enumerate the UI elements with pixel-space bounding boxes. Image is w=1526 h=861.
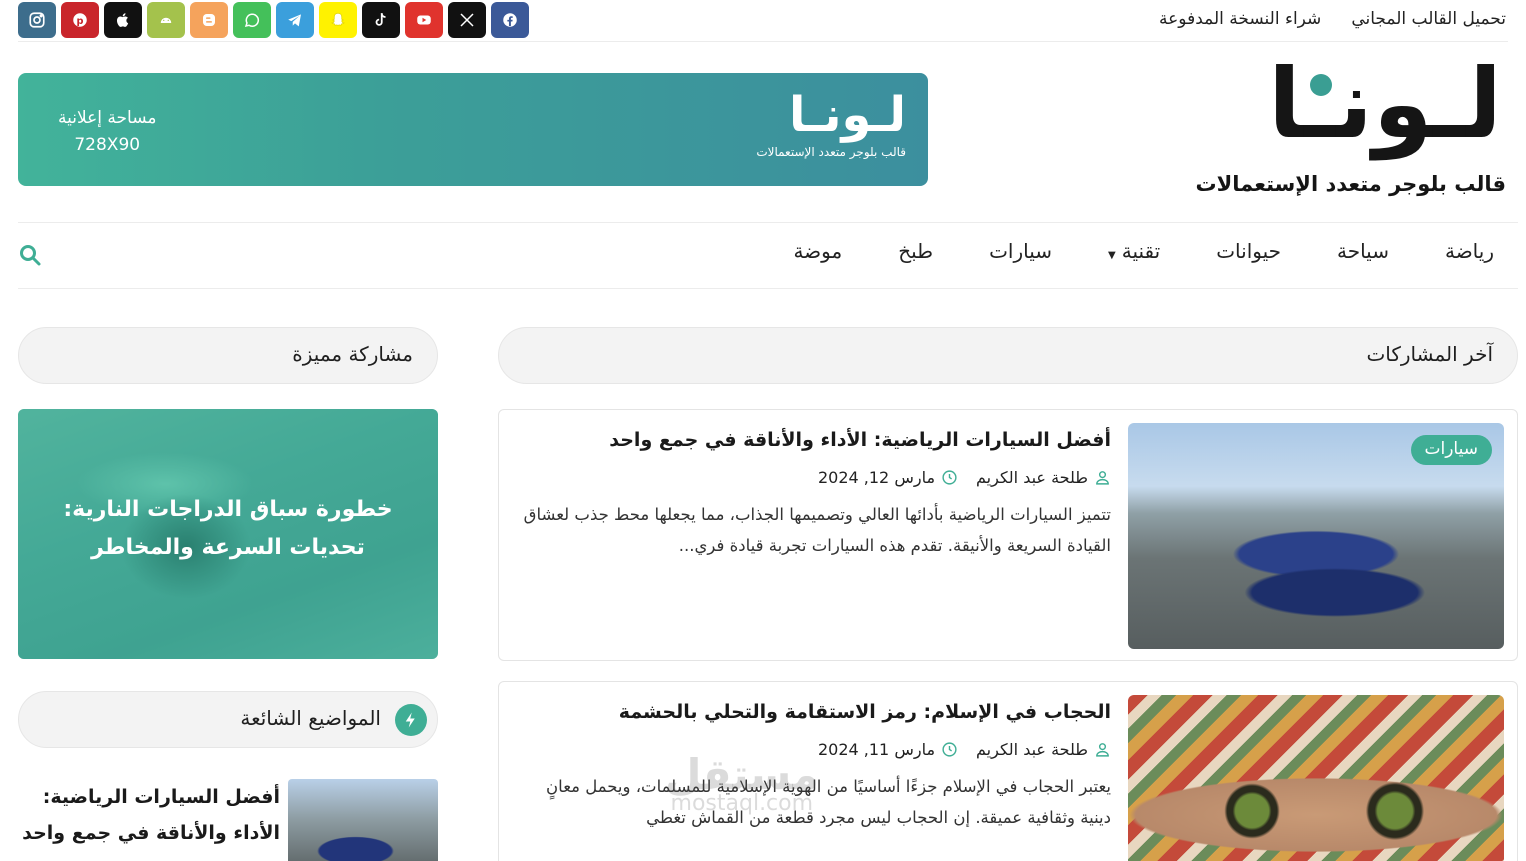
post-content: الحجاب في الإسلام: رمز الاستقامة والتحلي…	[523, 700, 1111, 833]
snapchat-icon[interactable]	[319, 2, 357, 38]
post-date: مارس 11, 2024	[818, 740, 958, 759]
search-icon[interactable]	[18, 243, 42, 267]
post-thumbnail[interactable]	[1128, 695, 1504, 861]
featured-post-title: مشاركة مميزة	[292, 342, 413, 366]
post-title[interactable]: أفضل السيارات الرياضية: الأداء والأناقة …	[523, 428, 1111, 454]
latest-posts-header: آخر المشاركات	[498, 327, 1518, 384]
popular-topics-header: المواضيع الشائعة	[18, 691, 438, 748]
popular-list-item[interactable]: أفضل السيارات الرياضية: الأداء والأناقة …	[18, 779, 438, 861]
post-thumbnail[interactable]: سيارات	[1128, 423, 1504, 649]
user-icon	[1096, 470, 1109, 485]
post-meta: طلحة عبد الكريم مارس 11, 2024	[523, 740, 1111, 759]
ad-logo: لـونـا قالب بلوجر متعدد الإستعمالات	[756, 91, 906, 159]
nav-item-tourism[interactable]: سياحة	[1337, 239, 1389, 263]
post-date-text: مارس 12, 2024	[817, 467, 936, 487]
post-content: أفضل السيارات الرياضية: الأداء والأناقة …	[523, 428, 1111, 561]
post-author-name: طلحة عبد الكريم	[976, 739, 1088, 759]
site-logo[interactable]: لـونـا قالب بلوجر متعدد الإستعمالات	[1196, 56, 1508, 206]
android-icon[interactable]	[147, 2, 185, 38]
blogger-icon[interactable]	[190, 2, 228, 38]
popular-topics-title: المواضيع الشائعة	[240, 706, 381, 730]
clock-icon	[942, 470, 957, 485]
featured-post-card[interactable]: خطورة سباق الدراجات النارية: تحديات السر…	[18, 409, 438, 659]
logo-tagline: قالب بلوجر متعدد الإستعمالات	[1195, 172, 1506, 196]
post-title[interactable]: الحجاب في الإسلام: رمز الاستقامة والتحلي…	[523, 700, 1111, 726]
nav-item-animals[interactable]: حيوانات	[1216, 239, 1281, 263]
post-excerpt: تتميز السيارات الرياضية بأدائها العالي و…	[523, 504, 1111, 555]
post-excerpt: يعتبر الحجاب في الإسلام جزءًا أساسيًا من…	[546, 776, 1111, 827]
clock-icon	[942, 742, 957, 757]
nav-item-tech-label: تقنية	[1121, 239, 1161, 263]
post-author: طلحة عبد الكريم	[976, 740, 1111, 759]
svg-text:p: p	[77, 16, 84, 27]
facebook-icon[interactable]	[491, 2, 529, 38]
featured-post-header: مشاركة مميزة	[18, 327, 438, 384]
nav-item-fashion[interactable]: موضة	[793, 239, 842, 263]
category-badge[interactable]: سيارات	[1410, 435, 1492, 465]
social-icons: p	[18, 2, 529, 38]
instagram-icon[interactable]	[18, 2, 56, 38]
buy-paid-version-link[interactable]: شراء النسخة المدفوعة	[1159, 9, 1321, 29]
nav-item-sports[interactable]: رياضة	[1445, 239, 1494, 263]
lightning-icon	[395, 704, 427, 736]
download-free-template-link[interactable]: تحميل القالب المجاني	[1351, 9, 1506, 29]
post-meta: طلحة عبد الكريم مارس 12, 2024	[523, 468, 1111, 487]
nav-item-cars[interactable]: سيارات	[989, 239, 1052, 263]
ad-tagline: قالب بلوجر متعدد الإستعمالات	[756, 145, 906, 159]
ad-space-label: مساحة إعلانية 728X90	[58, 105, 156, 159]
nav-item-tech[interactable]: تقنية ▼	[1108, 239, 1160, 263]
post-card[interactable]: سيارات أفضل السيارات الرياضية: الأداء وا…	[498, 409, 1518, 661]
popular-item-thumbnail[interactable]	[288, 779, 438, 861]
post-author: طلحة عبد الكريم	[976, 468, 1111, 487]
x-icon[interactable]	[448, 2, 486, 38]
ad-label: مساحة إعلانية	[58, 108, 157, 128]
nav-item-cooking[interactable]: طبخ	[898, 239, 933, 263]
featured-post-headline[interactable]: خطورة سباق الدراجات النارية: تحديات السر…	[28, 491, 428, 567]
latest-posts-title: آخر المشاركات	[1366, 342, 1493, 366]
post-date: مارس 12, 2024	[818, 468, 958, 487]
main-nav: رياضة سياحة حيوانات تقنية ▼ سيارات طبخ مو…	[18, 222, 1518, 289]
tiktok-icon[interactable]	[362, 2, 400, 38]
youtube-icon[interactable]	[405, 2, 443, 38]
logo-dot	[1310, 74, 1332, 96]
top-links: تحميل القالب المجاني شراء النسخة المدفوع…	[1159, 9, 1506, 29]
logo-wordmark: لـونـا	[1268, 48, 1502, 160]
user-icon	[1096, 742, 1109, 757]
top-bar: تحميل القالب المجاني شراء النسخة المدفوع…	[18, 0, 1508, 42]
popular-item-title[interactable]: أفضل السيارات الرياضية: الأداء والأناقة …	[18, 779, 280, 851]
ad-wordmark: لـونـا	[789, 87, 906, 143]
whatsapp-icon[interactable]	[233, 2, 271, 38]
post-date-text: مارس 11, 2024	[817, 739, 936, 759]
chevron-down-icon: ▼	[1108, 250, 1116, 261]
ad-size: 728X90	[74, 135, 141, 155]
pinterest-icon[interactable]: p	[61, 2, 99, 38]
telegram-icon[interactable]	[276, 2, 314, 38]
apple-icon[interactable]	[104, 2, 142, 38]
ad-banner[interactable]: لـونـا قالب بلوجر متعدد الإستعمالات مساح…	[18, 73, 928, 186]
post-author-name: طلحة عبد الكريم	[976, 467, 1088, 487]
post-card[interactable]: الحجاب في الإسلام: رمز الاستقامة والتحلي…	[498, 681, 1518, 861]
